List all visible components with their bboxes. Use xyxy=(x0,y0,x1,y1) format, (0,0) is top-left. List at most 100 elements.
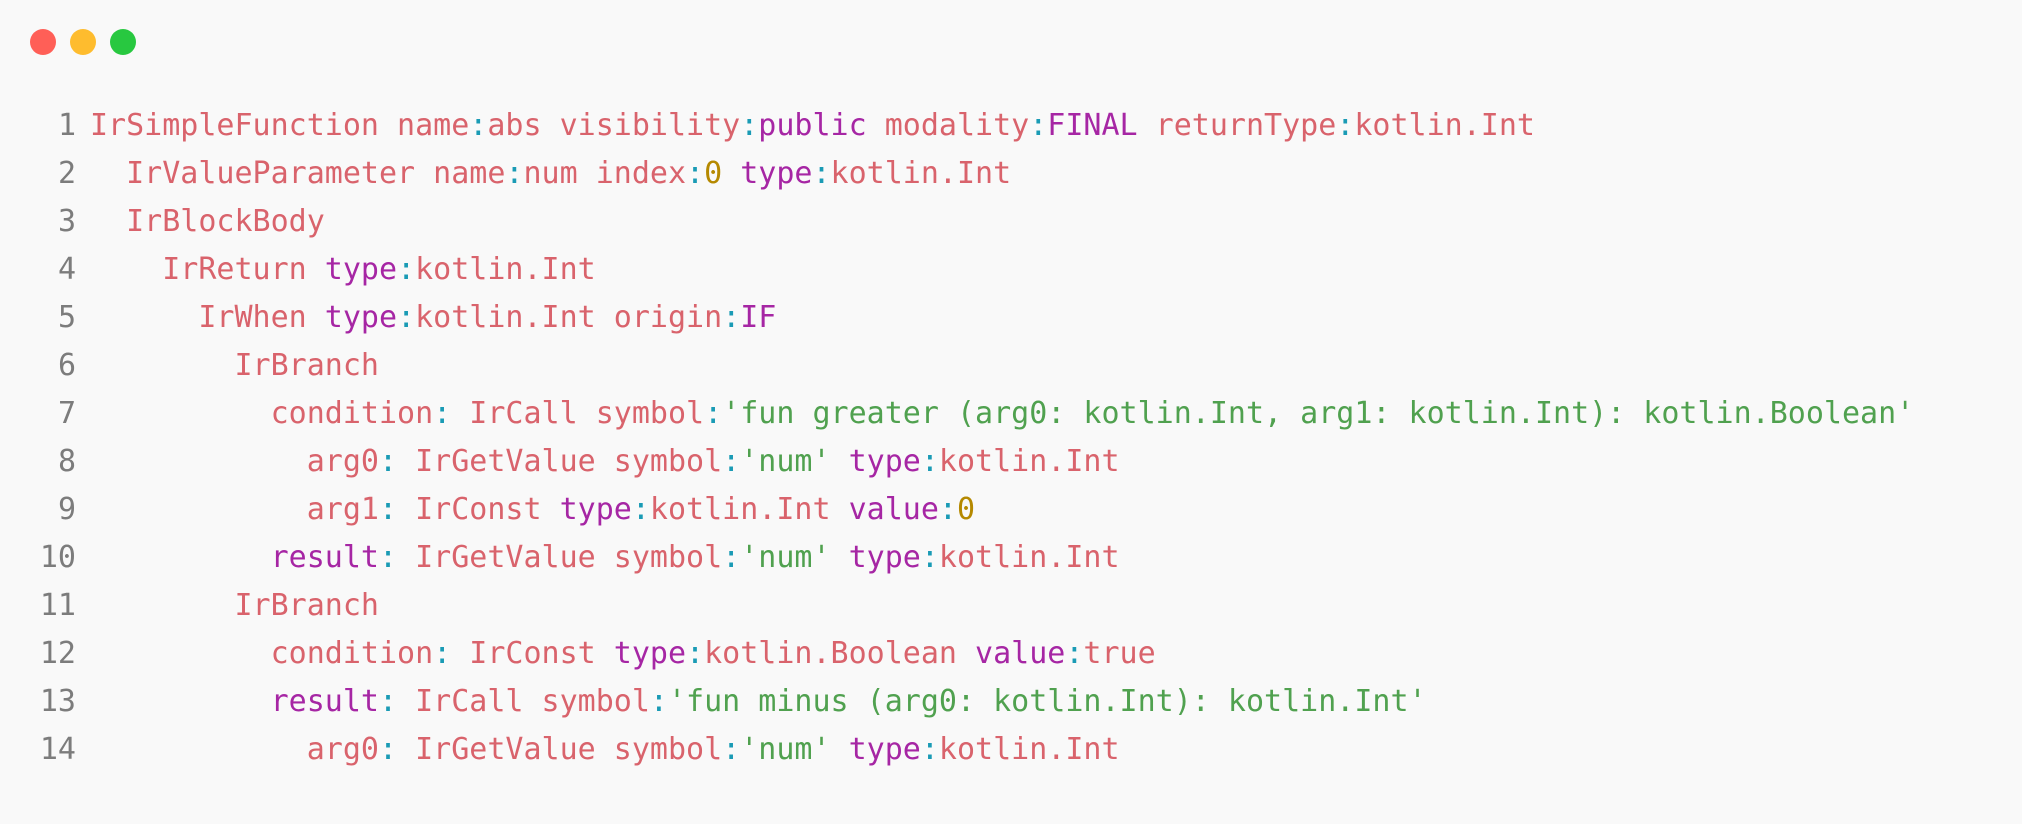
code-token: : xyxy=(433,396,452,431)
code-token: symbol xyxy=(577,396,705,431)
code-line: 8 arg0: IrGetValue symbol:'num' type:kot… xyxy=(0,438,2022,486)
code-token: abs xyxy=(487,108,542,143)
code-token: condition xyxy=(90,396,434,431)
code-token: IrCall xyxy=(451,396,578,431)
line-number: 11 xyxy=(39,588,76,623)
line-content: IrBranch xyxy=(90,582,379,630)
code-token: kotlin.Int xyxy=(938,732,1120,767)
code-token: type xyxy=(830,444,921,479)
code-token: arg0 xyxy=(90,444,379,479)
line-number: 5 xyxy=(57,300,76,335)
code-token: type xyxy=(306,300,398,335)
code-token: : xyxy=(505,156,524,191)
code-token: IrWhen xyxy=(90,300,307,335)
code-token: kotlin.Boolean xyxy=(704,636,957,671)
code-token: : xyxy=(704,396,723,431)
code-line: 12 condition: IrConst type:kotlin.Boolea… xyxy=(0,630,2022,678)
line-number: 14 xyxy=(39,732,76,767)
code-token: : xyxy=(649,684,668,719)
zoom-window-button[interactable] xyxy=(110,29,136,55)
code-line: 10 result: IrGetValue symbol:'num' type:… xyxy=(0,534,2022,582)
line-content: IrWhen type:kotlin.Int origin:IF xyxy=(90,294,776,342)
code-token: condition xyxy=(90,636,434,671)
code-line: 13 result: IrCall symbol:'fun minus (arg… xyxy=(0,678,2022,726)
code-token: symbol xyxy=(523,684,650,719)
code-token: IrConst xyxy=(397,492,542,527)
code-line: 6 IrBranch xyxy=(0,342,2022,390)
code-token: symbol xyxy=(595,540,723,575)
code-token: : xyxy=(920,732,939,767)
code-token: : xyxy=(378,492,398,527)
line-number: 7 xyxy=(57,396,76,431)
code-token: : xyxy=(1065,636,1084,671)
code-token: 'fun greater (arg0: kotlin.Int, arg1: ko… xyxy=(722,396,1915,431)
line-content: arg0: IrGetValue symbol:'num' type:kotli… xyxy=(90,438,1120,486)
line-number: 3 xyxy=(57,204,76,239)
code-line: 5 IrWhen type:kotlin.Int origin:IF xyxy=(0,294,2022,342)
line-content: IrSimpleFunction name:abs visibility:pub… xyxy=(90,102,1535,150)
code-line: 4 IrReturn type:kotlin.Int xyxy=(0,246,2022,294)
minimize-window-button[interactable] xyxy=(70,29,96,55)
code-token: type xyxy=(306,252,398,287)
code-token: kotlin.Int xyxy=(649,492,831,527)
code-line: 14 arg0: IrGetValue symbol:'num' type:ko… xyxy=(0,726,2022,774)
line-number: 6 xyxy=(57,348,76,383)
code-token: result xyxy=(90,540,379,575)
code-token: : xyxy=(812,156,831,191)
code-token: IrReturn xyxy=(90,252,307,287)
code-token: symbol xyxy=(595,444,723,479)
code-token: index xyxy=(577,156,687,191)
code-token: : xyxy=(722,540,741,575)
code-token: IrBranch xyxy=(90,588,379,623)
line-content: condition: IrCall symbol:'fun greater (a… xyxy=(90,390,1915,438)
code-line: 9 arg1: IrConst type:kotlin.Int value:0 xyxy=(0,486,2022,534)
code-token: value xyxy=(956,636,1066,671)
code-token: 'fun minus (arg0: kotlin.Int): kotlin.In… xyxy=(667,684,1427,719)
code-token: 'num' xyxy=(740,540,831,575)
code-token: kotlin.Int xyxy=(415,300,596,335)
code-token: : xyxy=(1336,108,1355,143)
code-token: type xyxy=(595,636,687,671)
code-token: type xyxy=(830,540,921,575)
title-bar xyxy=(0,0,2022,84)
line-content: arg0: IrGetValue symbol:'num' type:kotli… xyxy=(90,726,1120,774)
code-window: 1 IrSimpleFunction name:abs visibility:pu… xyxy=(0,0,2022,824)
code-token: IrBranch xyxy=(90,348,379,383)
code-token: : xyxy=(722,732,741,767)
code-token: kotlin.Int xyxy=(1354,108,1535,143)
code-token: IrGetValue xyxy=(397,732,596,767)
code-line: 2 IrValueParameter name:num index:0 type… xyxy=(0,150,2022,198)
code-token: true xyxy=(1083,636,1156,671)
code-token: 'num' xyxy=(740,444,831,479)
code-token: returnType xyxy=(1137,108,1337,143)
code-token: IrConst xyxy=(451,636,596,671)
code-token: : xyxy=(378,540,398,575)
code-token: IF xyxy=(740,300,777,335)
code-token: result xyxy=(90,684,379,719)
code-line: 7 condition: IrCall symbol:'fun greater … xyxy=(0,390,2022,438)
code-token: : xyxy=(397,300,416,335)
code-token: type xyxy=(830,732,921,767)
code-token: : xyxy=(469,108,488,143)
code-token: FINAL xyxy=(1047,108,1138,143)
code-token: IrBlockBody xyxy=(90,204,325,239)
code-token: IrGetValue xyxy=(397,444,596,479)
code-token: kotlin.Int xyxy=(415,252,596,287)
code-token: symbol xyxy=(595,732,723,767)
code-token: : xyxy=(686,636,705,671)
line-content: IrReturn type:kotlin.Int xyxy=(90,246,596,294)
code-token: arg1 xyxy=(90,492,379,527)
line-content: result: IrCall symbol:'fun minus (arg0: … xyxy=(90,678,1427,726)
code-token: arg0 xyxy=(90,732,379,767)
close-window-button[interactable] xyxy=(30,29,56,55)
line-content: IrValueParameter name:num index:0 type:k… xyxy=(90,150,1011,198)
line-number: 13 xyxy=(39,684,76,719)
code-token: IrCall xyxy=(397,684,524,719)
code-token: visibility xyxy=(541,108,741,143)
line-number: 4 xyxy=(57,252,76,287)
code-token: name xyxy=(378,108,470,143)
code-token: name xyxy=(415,156,506,191)
code-token: : xyxy=(397,252,416,287)
code-token: IrValueParameter xyxy=(90,156,416,191)
code-token: 0 xyxy=(704,156,723,191)
